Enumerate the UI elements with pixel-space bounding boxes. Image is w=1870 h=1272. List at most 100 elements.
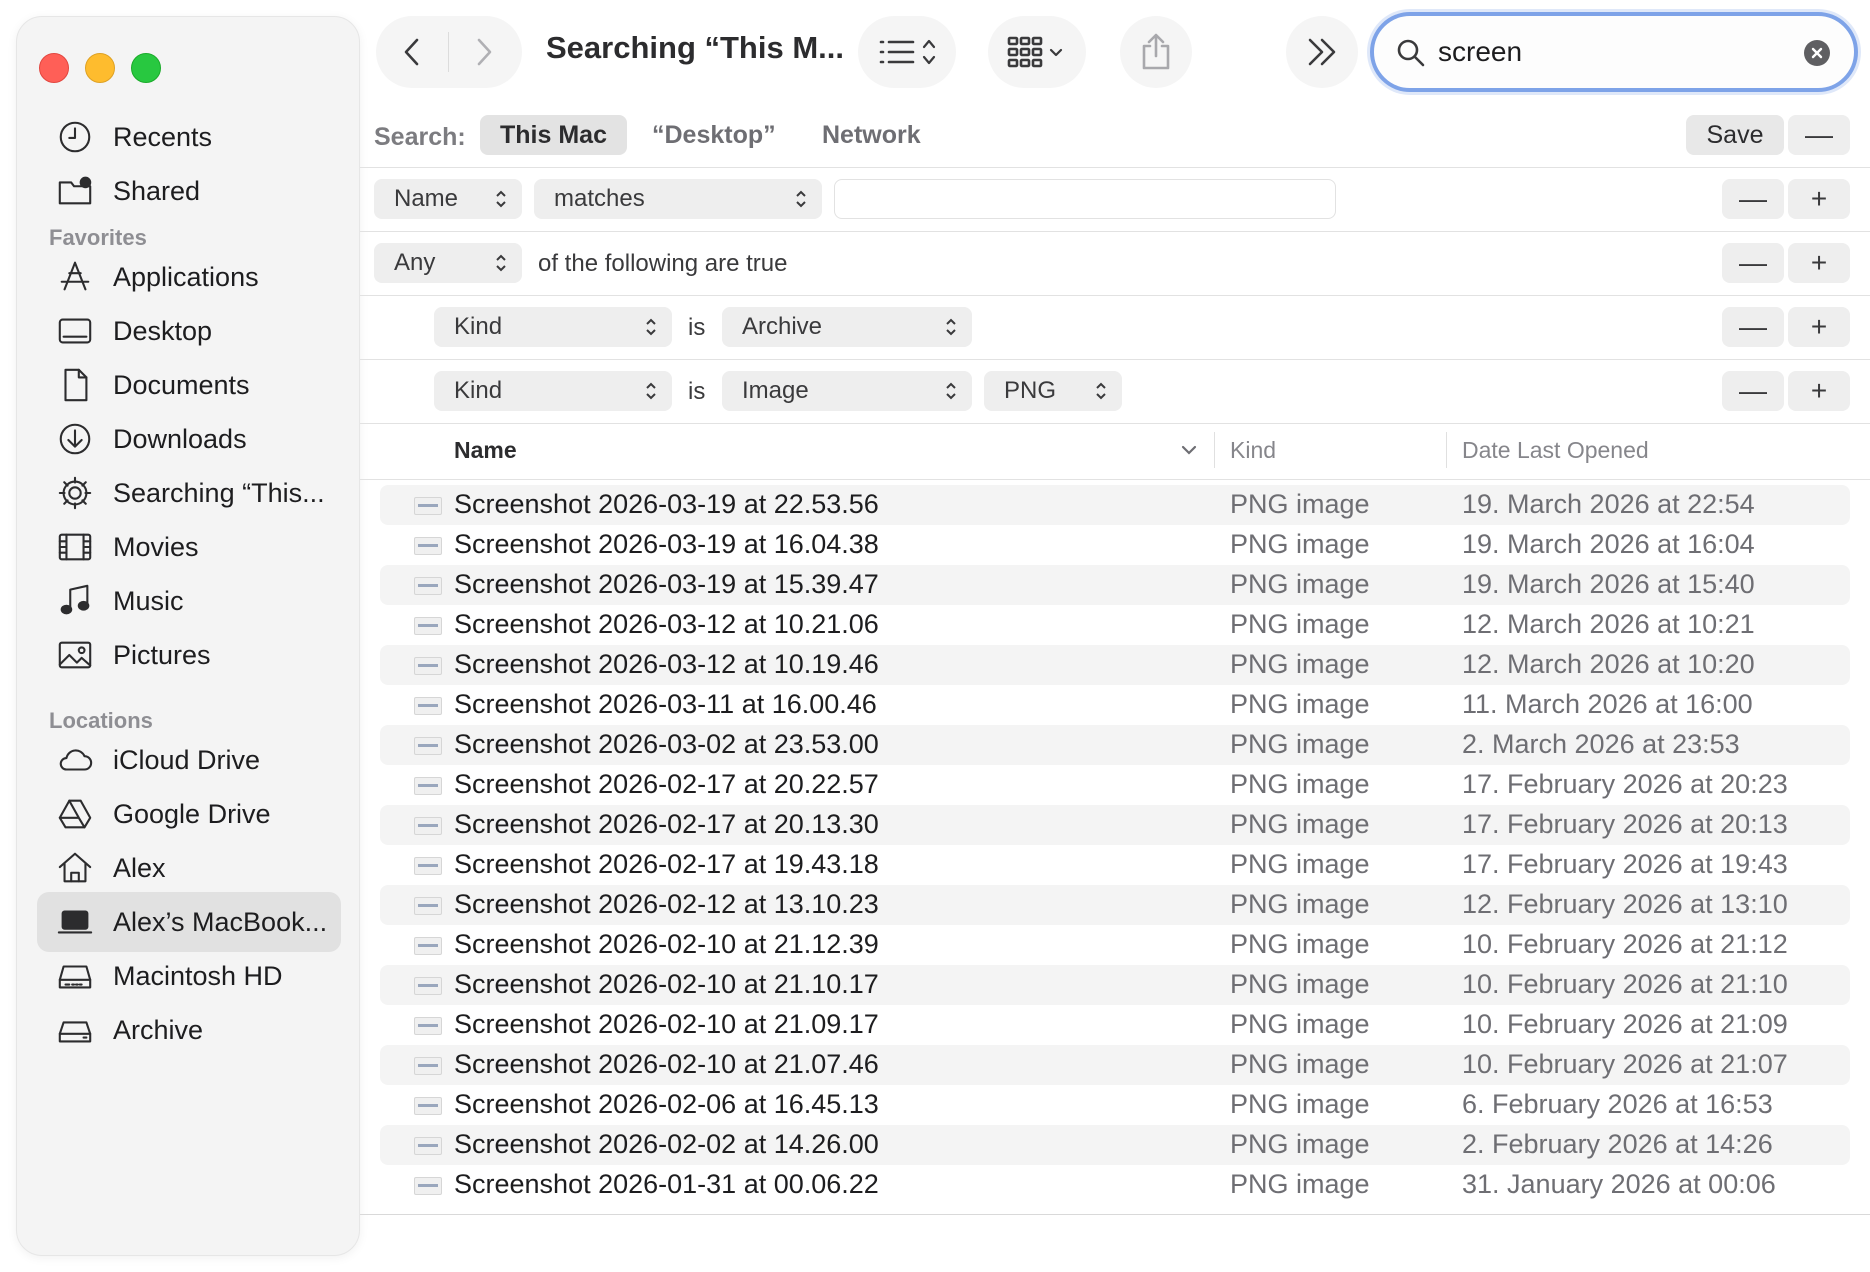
table-row[interactable]: Screenshot 2026-03-19 at 16.04.38 PNG ima…	[380, 525, 1850, 565]
operator-popup[interactable]: matches	[534, 179, 822, 219]
file-kind: PNG image	[1230, 529, 1370, 559]
sidebar-item-google-drive[interactable]: Google Drive	[37, 784, 341, 844]
file-date-last-opened: 12. March 2026 at 10:21	[1462, 609, 1755, 639]
remove-search-button[interactable]: —	[1788, 115, 1850, 155]
criteria-value-field[interactable]	[834, 179, 1336, 219]
sidebar-item-shared[interactable]: Shared	[37, 161, 341, 221]
sidebar-item-recents[interactable]: Recents	[37, 107, 341, 167]
more-toolbar-items-button[interactable]	[1286, 16, 1358, 88]
document-icon	[51, 365, 99, 405]
sidebar-item-movies[interactable]: Movies	[37, 517, 341, 577]
sidebar-item-label: Desktop	[113, 315, 213, 346]
add-criteria-button[interactable]: +	[1788, 179, 1850, 219]
file-thumbnail-icon	[414, 697, 442, 715]
table-row[interactable]: Screenshot 2026-02-10 at 21.10.17 PNG ima…	[380, 965, 1850, 1005]
add-criteria-button[interactable]: +	[1788, 243, 1850, 283]
sidebar-item-pictures[interactable]: Pictures	[37, 625, 341, 685]
scope-desktop[interactable]: “Desktop”	[632, 115, 796, 155]
kind-value-popup[interactable]: Archive	[722, 307, 972, 347]
sidebar-item-icloud-drive[interactable]: iCloud Drive	[37, 730, 341, 790]
table-row[interactable]: Screenshot 2026-03-12 at 10.21.06 PNG ima…	[380, 605, 1850, 645]
attribute-popup[interactable]: Kind	[434, 307, 672, 347]
group-by-button[interactable]	[988, 16, 1086, 88]
save-search-button[interactable]: Save	[1686, 115, 1784, 155]
kind-value: Image	[742, 377, 809, 404]
clear-search-button[interactable]	[1804, 40, 1830, 66]
remove-criteria-button[interactable]: —	[1722, 371, 1784, 411]
file-date-last-opened: 31. January 2026 at 00:06	[1462, 1169, 1776, 1199]
table-row[interactable]: Screenshot 2026-03-02 at 23.53.00 PNG ima…	[380, 725, 1850, 765]
table-row[interactable]: Screenshot 2026-02-10 at 21.09.17 PNG ima…	[380, 1005, 1850, 1045]
sidebar-item-label: Pictures	[113, 639, 211, 670]
match-popup[interactable]: Any	[374, 243, 522, 283]
sidebar-item-home[interactable]: Alex	[37, 838, 341, 898]
remove-criteria-button[interactable]: —	[1722, 243, 1784, 283]
sidebar-item-saved-search[interactable]: Searching “This...	[37, 463, 341, 523]
table-row[interactable]: Screenshot 2026-02-12 at 13.10.23 PNG ima…	[380, 885, 1850, 925]
search-field[interactable]	[1370, 12, 1858, 92]
hard-drive-icon	[51, 956, 99, 996]
file-thumbnail-icon	[414, 1057, 442, 1075]
remove-criteria-button[interactable]: —	[1722, 179, 1784, 219]
scope-network[interactable]: Network	[802, 115, 941, 155]
music-note-icon	[51, 581, 99, 621]
table-row[interactable]: Screenshot 2026-03-19 at 22.53.56 PNG ima…	[380, 485, 1850, 525]
table-row[interactable]: Screenshot 2026-02-10 at 21.07.46 PNG ima…	[380, 1045, 1850, 1085]
table-row[interactable]: Screenshot 2026-02-06 at 16.45.13 PNG ima…	[380, 1085, 1850, 1125]
table-row[interactable]: Screenshot 2026-02-17 at 19.43.18 PNG ima…	[380, 845, 1850, 885]
table-row[interactable]: Screenshot 2026-02-17 at 20.13.30 PNG ima…	[380, 805, 1850, 845]
divider	[360, 295, 1870, 296]
file-kind: PNG image	[1230, 489, 1370, 519]
kind-value-popup[interactable]: Image	[722, 371, 972, 411]
sidebar-item-archive[interactable]: Archive	[37, 1000, 341, 1060]
updown-chevron-icon	[496, 254, 506, 272]
sidebar-item-downloads[interactable]: Downloads	[37, 409, 341, 469]
close-window-button[interactable]	[39, 53, 69, 83]
divider	[360, 359, 1870, 360]
view-options-button[interactable]	[858, 16, 956, 88]
search-input[interactable]	[1438, 30, 1788, 74]
add-criteria-button[interactable]: +	[1788, 307, 1850, 347]
file-name: Screenshot 2026-01-31 at 00.06.22	[454, 1169, 879, 1199]
add-criteria-button[interactable]: +	[1788, 371, 1850, 411]
sidebar-item-applications[interactable]: Applications	[37, 247, 341, 307]
minimize-window-button[interactable]	[85, 53, 115, 83]
sidebar-item-label: Searching “This...	[113, 477, 325, 508]
table-row[interactable]: Screenshot 2026-01-31 at 00.06.22 PNG ima…	[380, 1165, 1850, 1205]
sort-chevron-down-icon[interactable]	[1180, 444, 1198, 456]
updown-chevron-icon	[796, 190, 806, 208]
share-button[interactable]	[1120, 16, 1192, 88]
sidebar-item-music[interactable]: Music	[37, 571, 341, 631]
desktop-icon	[51, 311, 99, 351]
is-label: is	[688, 314, 706, 341]
table-row[interactable]: Screenshot 2026-02-10 at 21.12.39 PNG ima…	[380, 925, 1850, 965]
table-row[interactable]: Screenshot 2026-03-19 at 15.39.47 PNG ima…	[380, 565, 1850, 605]
file-kind: PNG image	[1230, 729, 1370, 759]
shared-folder-icon	[51, 171, 99, 211]
file-date-last-opened: 2. March 2026 at 23:53	[1462, 729, 1740, 759]
back-button[interactable]	[400, 36, 424, 73]
column-header-kind[interactable]: Kind	[1230, 437, 1276, 464]
table-row[interactable]: Screenshot 2026-03-12 at 10.19.46 PNG ima…	[380, 645, 1850, 685]
forward-button[interactable]	[472, 36, 496, 73]
sidebar-item-macintosh-hd[interactable]: Macintosh HD	[37, 946, 341, 1006]
table-row[interactable]: Screenshot 2026-02-17 at 20.22.57 PNG ima…	[380, 765, 1850, 805]
chevron-right-icon	[477, 38, 492, 66]
column-header-name[interactable]: Name	[454, 437, 517, 464]
sidebar-item-documents[interactable]: Documents	[37, 355, 341, 415]
scope-this-mac[interactable]: This Mac	[480, 115, 627, 155]
file-date-last-opened: 6. February 2026 at 16:53	[1462, 1089, 1773, 1119]
table-row[interactable]: Screenshot 2026-02-02 at 14.26.00 PNG ima…	[380, 1125, 1850, 1165]
file-kind: PNG image	[1230, 1169, 1370, 1199]
attribute-popup[interactable]: Kind	[434, 371, 672, 411]
column-header-date[interactable]: Date Last Opened	[1462, 437, 1649, 464]
table-row[interactable]: Screenshot 2026-03-11 at 16.00.46 PNG ima…	[380, 685, 1850, 725]
format-popup[interactable]: PNG	[984, 371, 1122, 411]
attribute-popup[interactable]: Name	[374, 179, 522, 219]
remove-criteria-button[interactable]: —	[1722, 307, 1784, 347]
zoom-window-button[interactable]	[131, 53, 161, 83]
sidebar-item-macbook[interactable]: Alex’s MacBook...	[37, 892, 341, 952]
sidebar-item-desktop[interactable]: Desktop	[37, 301, 341, 361]
file-date-last-opened: 10. February 2026 at 21:12	[1462, 929, 1788, 959]
clock-icon	[51, 117, 99, 157]
